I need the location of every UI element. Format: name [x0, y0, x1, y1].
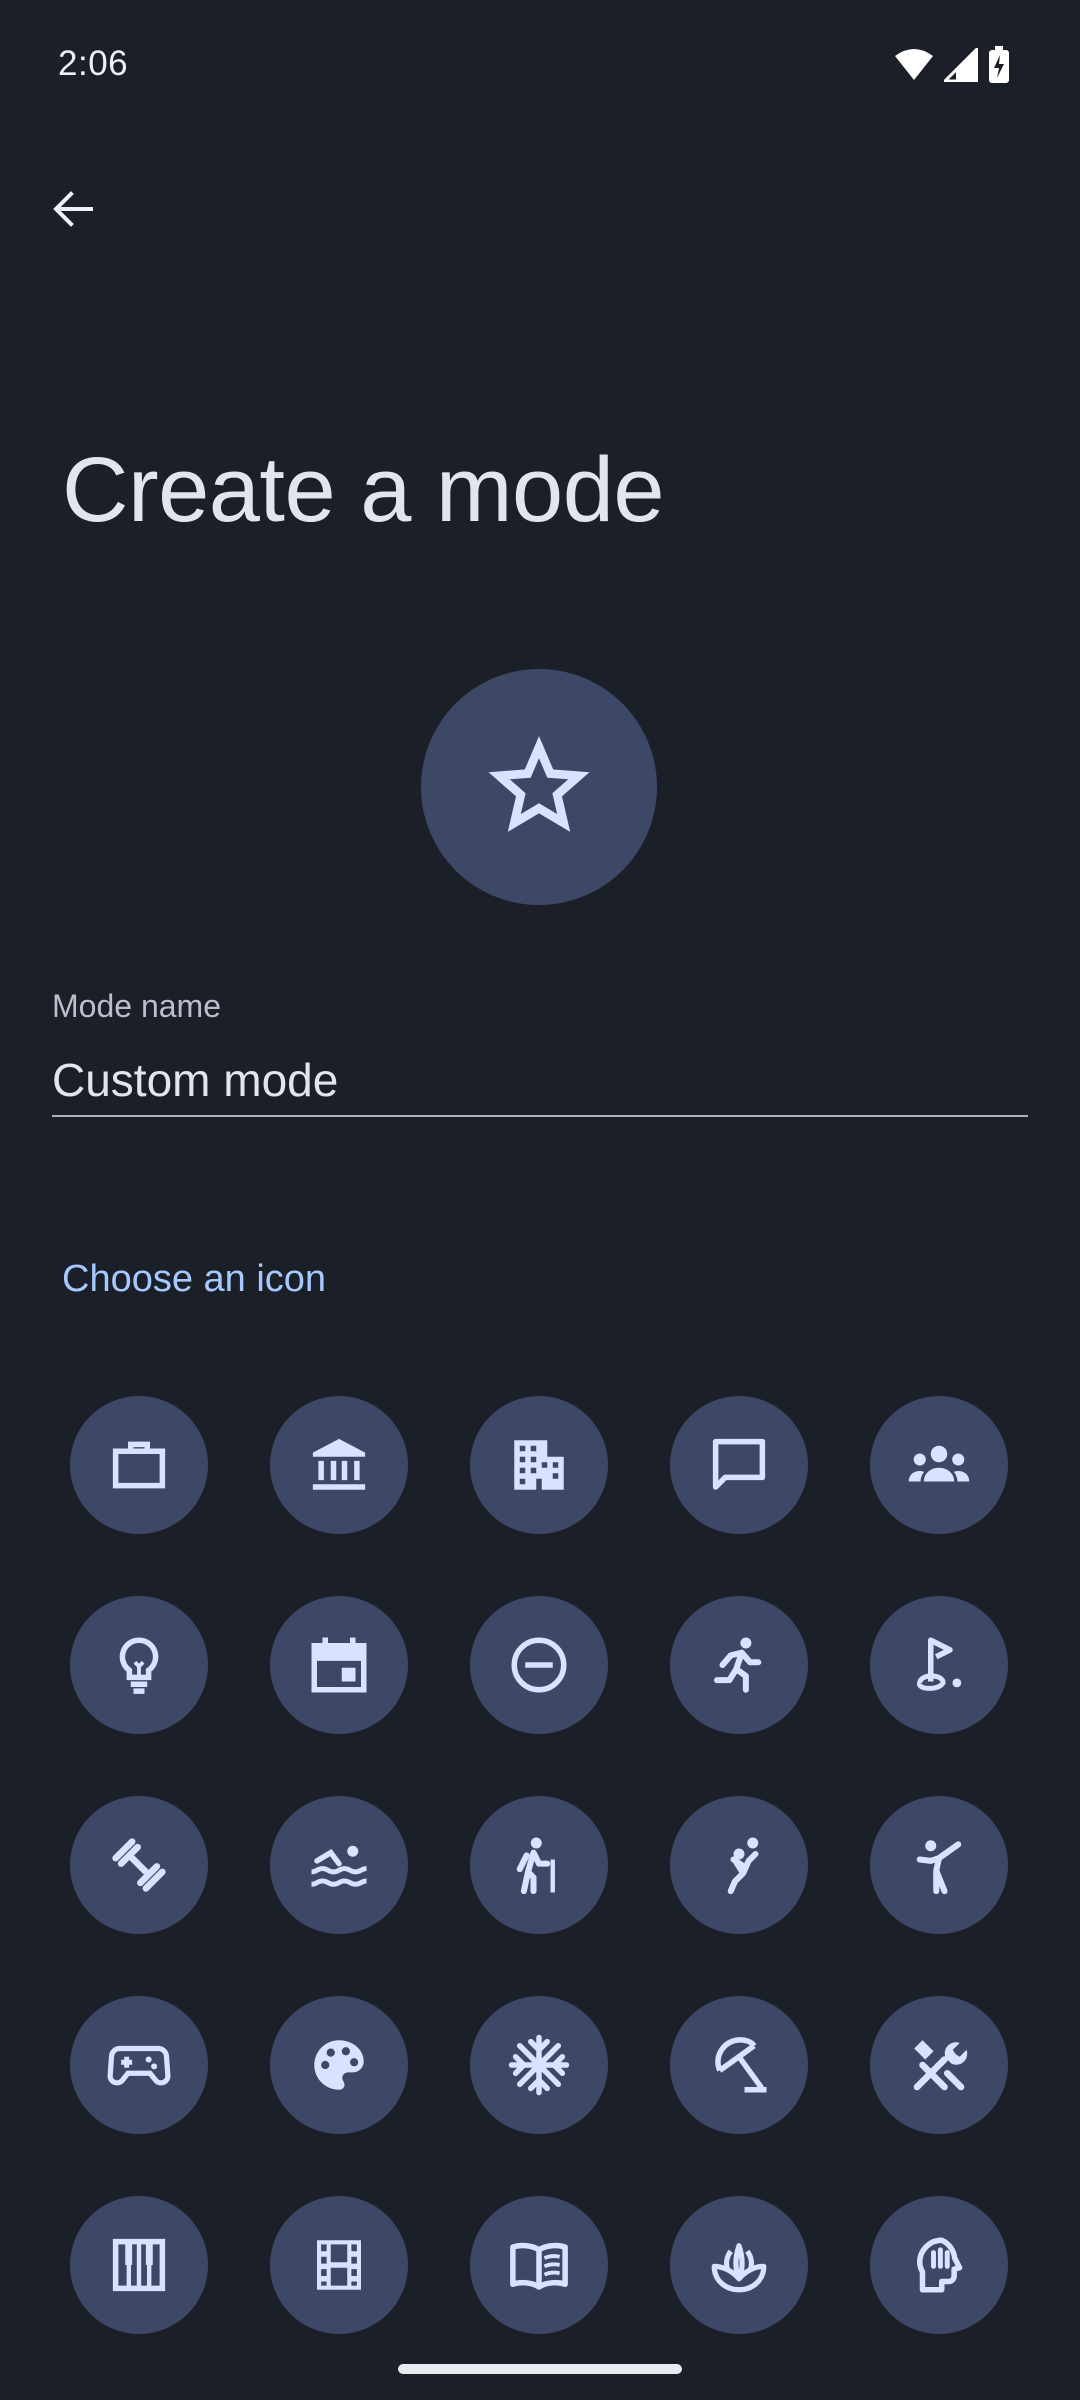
beach-umbrella-icon — [715, 2037, 767, 2093]
piano-icon — [112, 2238, 166, 2292]
icon-option-spa[interactable] — [670, 2196, 808, 2334]
page-title: Create a mode — [62, 439, 665, 541]
icon-option-film[interactable] — [270, 2196, 408, 2334]
martial-arts-icon — [916, 1840, 962, 1895]
icon-option-palette[interactable] — [270, 1996, 408, 2134]
icon-option-tools[interactable] — [870, 1996, 1008, 2134]
icon-option-chat[interactable] — [670, 1396, 808, 1534]
icon-option-groups[interactable] — [870, 1396, 1008, 1534]
star-icon — [488, 736, 590, 832]
lightbulb-icon — [119, 1637, 159, 1694]
icon-option-running[interactable] — [670, 1596, 808, 1734]
film-icon — [317, 2240, 361, 2290]
battery-charging-icon — [988, 45, 1010, 89]
running-icon — [713, 1637, 762, 1693]
status-bar: 2:06 — [0, 0, 1080, 130]
arrow-back-icon — [53, 191, 93, 227]
icon-option-snowflake[interactable] — [470, 1996, 608, 2134]
icon-option-bank[interactable] — [270, 1396, 408, 1534]
icon-option-fitness[interactable] — [70, 1796, 208, 1934]
gamepad-icon — [107, 2045, 171, 2086]
fitness-icon — [112, 1838, 166, 1892]
icon-option-calendar[interactable] — [270, 1596, 408, 1734]
mode-name-input[interactable] — [52, 1045, 1028, 1117]
palette-icon — [314, 2040, 364, 2090]
icon-option-briefcase[interactable] — [70, 1396, 208, 1534]
apartment-icon — [514, 1440, 564, 1490]
icon-option-handball[interactable] — [670, 1796, 808, 1934]
icon-option-psychology[interactable] — [870, 2196, 1008, 2334]
icon-option-beach[interactable] — [670, 1996, 808, 2134]
chat-bubble-icon — [712, 1438, 766, 1490]
book-icon — [510, 2242, 568, 2290]
selected-mode-icon — [421, 669, 657, 905]
calendar-event-icon — [311, 1637, 367, 1693]
icon-option-swimming[interactable] — [270, 1796, 408, 1934]
spa-icon — [711, 2243, 767, 2293]
tools-icon — [913, 2040, 968, 2091]
do-not-disturb-icon — [511, 1637, 567, 1693]
snowflake-icon — [508, 2034, 570, 2096]
back-button[interactable] — [36, 172, 110, 246]
icon-option-book[interactable] — [470, 2196, 608, 2334]
icon-option-hiking[interactable] — [470, 1796, 608, 1934]
wifi-icon — [894, 48, 934, 87]
icon-option-apartment[interactable] — [470, 1396, 608, 1534]
icon-option-lightbulb[interactable] — [70, 1596, 208, 1734]
choose-icon-heading: Choose an icon — [62, 1258, 327, 1300]
gesture-nav-handle[interactable] — [398, 2364, 682, 2374]
briefcase-icon — [112, 1441, 166, 1489]
swimming-icon — [311, 1845, 367, 1887]
icon-option-piano[interactable] — [70, 2196, 208, 2334]
psychology-icon — [917, 2237, 963, 2293]
icon-option-gamepad[interactable] — [70, 1996, 208, 2134]
handball-icon — [727, 1837, 759, 1895]
cellular-signal-icon — [941, 44, 979, 87]
status-icons — [894, 44, 1010, 89]
groups-icon — [908, 1445, 970, 1482]
icon-grid — [70, 1396, 1010, 2334]
icon-option-do-not-disturb[interactable] — [470, 1596, 608, 1734]
mode-name-label: Mode name — [52, 988, 221, 1024]
status-time: 2:06 — [58, 44, 129, 83]
icon-option-golf[interactable] — [870, 1596, 1008, 1734]
bank-icon — [312, 1438, 366, 1490]
golf-icon — [917, 1637, 962, 1691]
icon-option-martial-arts[interactable] — [870, 1796, 1008, 1934]
hiking-icon — [516, 1837, 555, 1895]
